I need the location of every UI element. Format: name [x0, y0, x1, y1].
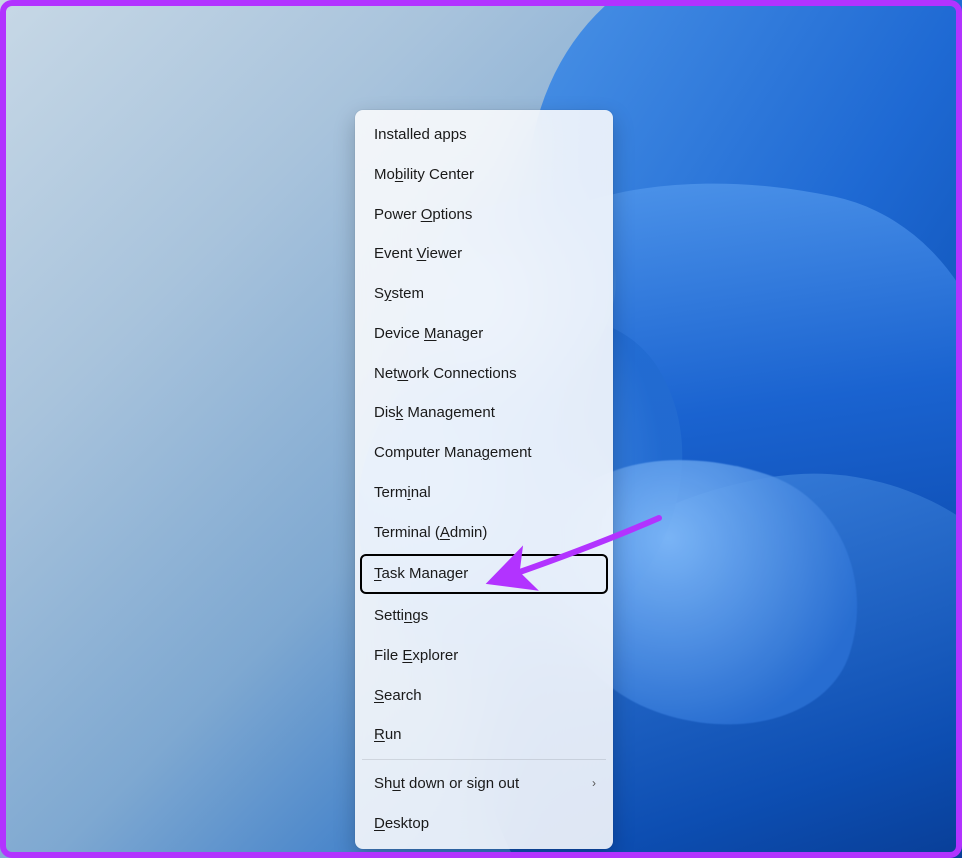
menu-item-label: Installed apps [374, 124, 467, 146]
menu-item-shut-down[interactable]: Shut down or sign out › [360, 764, 608, 804]
menu-item-installed-apps[interactable]: Installed apps [360, 115, 608, 155]
accelerator-underline: g [482, 444, 490, 461]
accelerator-underline: O [421, 206, 433, 223]
menu-item-label: Desktop [374, 813, 429, 835]
menu-item-disk-management[interactable]: Disk Management [360, 393, 608, 433]
menu-item-system[interactable]: System [360, 274, 608, 314]
accelerator-underline: R [374, 726, 385, 743]
menu-item-label: Run [374, 724, 402, 746]
menu-item-network-connections[interactable]: Network Connections [360, 354, 608, 394]
accelerator-underline: M [424, 325, 437, 342]
menu-item-desktop[interactable]: Desktop [360, 804, 608, 844]
menu-item-device-manager[interactable]: Device Manager [360, 314, 608, 354]
accelerator-underline: D [374, 815, 385, 832]
menu-item-label: Task Manager [374, 563, 468, 585]
menu-item-label: Shut down or sign out [374, 773, 519, 795]
menu-item-label: Computer Management [374, 442, 532, 464]
menu-item-search[interactable]: Search [360, 676, 608, 716]
accelerator-underline: w [397, 365, 408, 382]
accelerator-underline: E [402, 647, 412, 664]
winx-context-menu: Installed apps Mobility Center Power Optio… [355, 110, 613, 849]
accelerator-underline: b [395, 166, 403, 183]
menu-item-run[interactable]: Run [360, 715, 608, 755]
menu-item-mobility-center[interactable]: Mobility Center [360, 155, 608, 195]
accelerator-underline: A [440, 524, 450, 541]
menu-item-label: Mobility Center [374, 164, 474, 186]
menu-item-terminal-admin[interactable]: Terminal (Admin) [360, 513, 608, 553]
accelerator-underline: S [374, 687, 384, 704]
menu-item-label: Terminal (Admin) [374, 522, 487, 544]
menu-item-settings[interactable]: Settings [360, 596, 608, 636]
menu-item-event-viewer[interactable]: Event Viewer [360, 234, 608, 274]
accelerator-underline: T [374, 565, 382, 582]
menu-item-label: Settings [374, 605, 428, 627]
menu-item-label: Event Viewer [374, 243, 462, 265]
menu-item-terminal[interactable]: Terminal [360, 473, 608, 513]
chevron-right-icon: › [592, 775, 596, 792]
accelerator-underline: V [417, 245, 427, 262]
menu-item-label: Terminal [374, 482, 431, 504]
menu-item-label: Search [374, 685, 422, 707]
menu-item-label: File Explorer [374, 645, 458, 667]
menu-item-label: Network Connections [374, 363, 517, 385]
accelerator-underline: u [392, 775, 400, 792]
menu-separator [362, 759, 606, 760]
menu-item-file-explorer[interactable]: File Explorer [360, 636, 608, 676]
menu-item-label: Power Options [374, 204, 472, 226]
menu-item-power-options[interactable]: Power Options [360, 195, 608, 235]
menu-item-label: Disk Management [374, 402, 495, 424]
menu-item-label: System [374, 283, 424, 305]
accelerator-underline: y [384, 285, 392, 302]
menu-item-label: Device Manager [374, 323, 483, 345]
menu-item-computer-management[interactable]: Computer Management [360, 433, 608, 473]
menu-item-task-manager[interactable]: Task Manager [360, 554, 608, 594]
